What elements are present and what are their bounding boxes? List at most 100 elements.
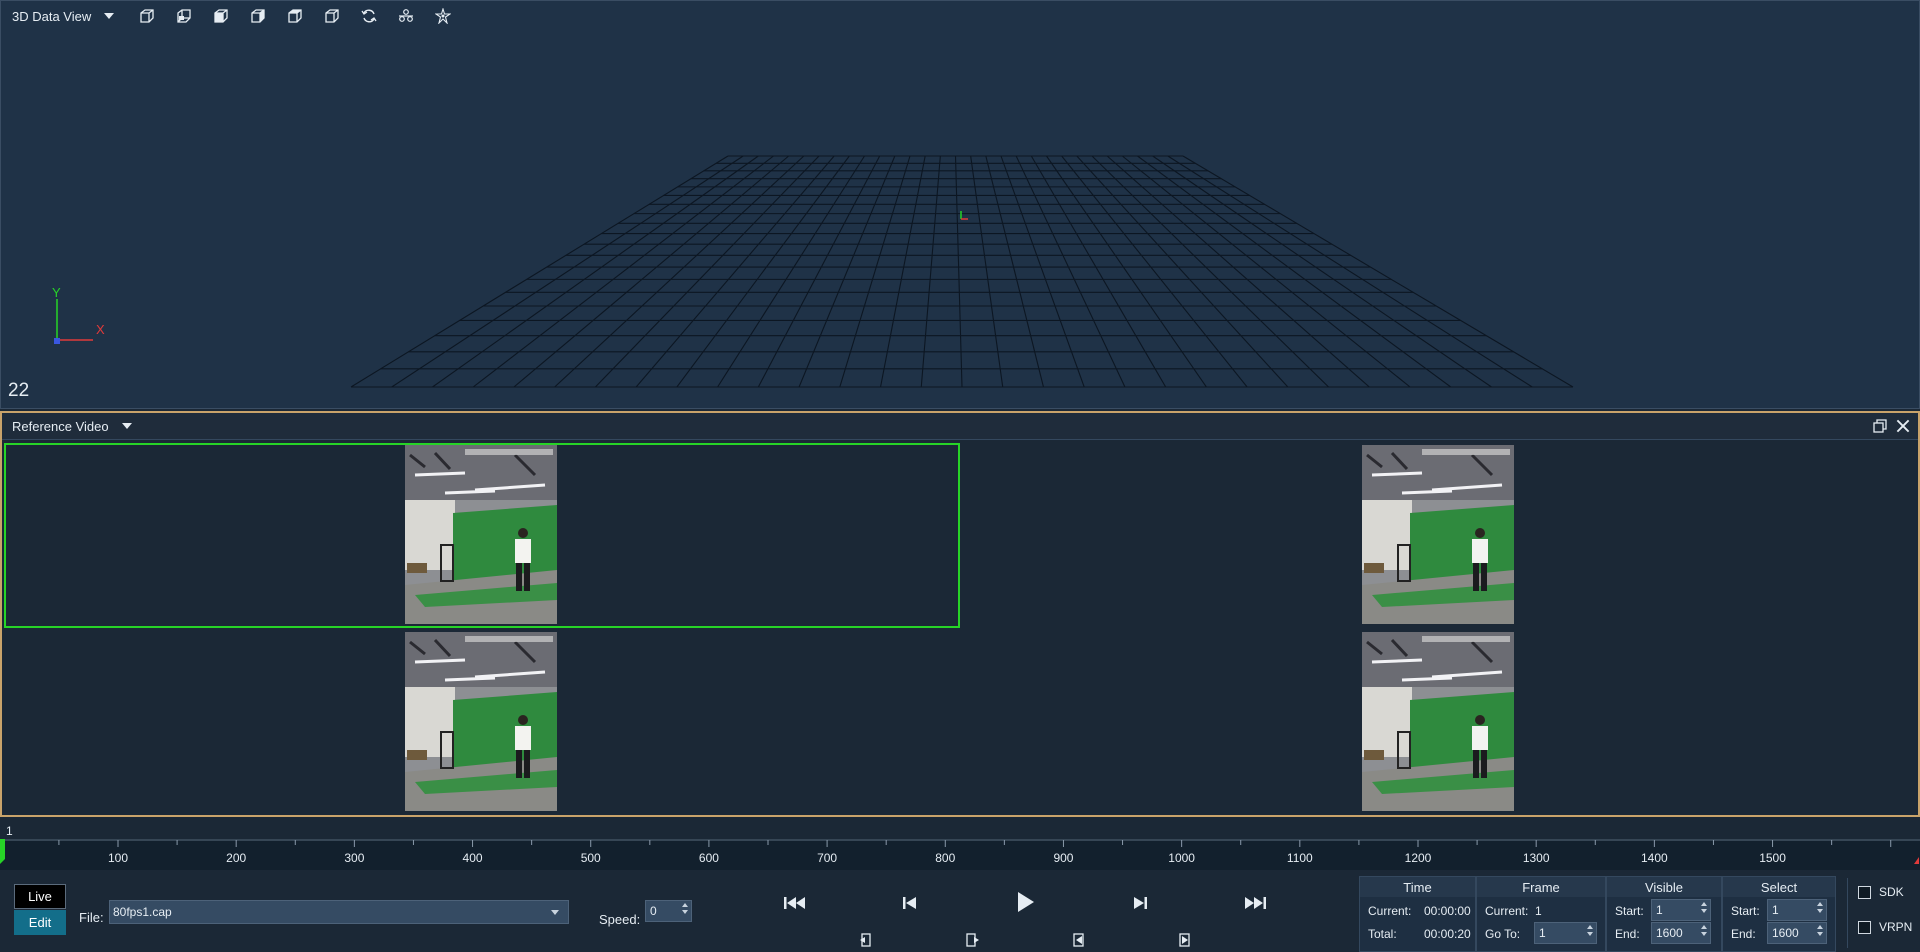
timeline[interactable]: 1 100 200 300 400 500 600 700 800 900 1000 1100 120… xyxy=(0,820,1920,870)
video-frame-image xyxy=(405,632,557,811)
reset-view-icon[interactable] xyxy=(350,4,387,28)
spin-up-icon[interactable] xyxy=(1587,925,1593,929)
select-end-value: 1600 xyxy=(1772,926,1799,940)
set-in-point-button[interactable] xyxy=(851,930,881,950)
spin-up-icon[interactable] xyxy=(1701,902,1707,906)
sdk-checkbox-box[interactable] xyxy=(1858,885,1871,899)
3d-view-toolbar: 3D Data View xyxy=(1,1,1919,31)
select-end-label: End: xyxy=(1731,927,1756,941)
file-select[interactable]: 80fps1.cap xyxy=(109,900,569,924)
step-back-icon xyxy=(903,897,916,909)
play-button[interactable] xyxy=(1009,889,1041,915)
file-select-value: 80fps1.cap xyxy=(113,905,172,919)
step-forward-button[interactable] xyxy=(1124,890,1156,916)
visible-header: Visible xyxy=(1607,877,1721,897)
tracking-icon[interactable] xyxy=(387,4,424,28)
3d-data-view[interactable]: 3D Data View Y X 22 xyxy=(0,0,1920,409)
view-right-icon[interactable] xyxy=(239,4,276,28)
chevron-down-icon xyxy=(551,910,559,915)
spin-up-icon[interactable] xyxy=(1817,925,1823,929)
speed-spinbox[interactable]: 0 xyxy=(645,900,692,922)
checkbox-separator xyxy=(1847,878,1848,948)
sdk-checkbox[interactable]: SDK xyxy=(1858,885,1904,899)
view-front-icon[interactable] xyxy=(128,4,165,28)
timeline-tick-label: 1100 xyxy=(1287,851,1313,865)
select-header: Select xyxy=(1723,877,1835,897)
timeline-start-label: 1 xyxy=(6,824,13,838)
camera-2-thumbnail[interactable] xyxy=(1362,445,1514,624)
end-marker[interactable] xyxy=(1914,857,1919,864)
spin-down-icon[interactable] xyxy=(1587,932,1593,936)
skip-to-start-button[interactable] xyxy=(779,890,811,916)
set-out-point-button[interactable] xyxy=(958,930,988,950)
spin-up-icon[interactable] xyxy=(1701,925,1707,929)
timeline-tick-label: 400 xyxy=(463,851,483,865)
timeline-tick-label: 600 xyxy=(699,851,719,865)
file-label: File: xyxy=(79,910,104,925)
select-end-spinbox[interactable]: 1600 xyxy=(1767,922,1827,944)
skip-to-end-icon xyxy=(1245,897,1266,909)
x-axis-label: X xyxy=(96,322,105,337)
view-back-icon[interactable] xyxy=(165,4,202,28)
timeline-tick-label: 100 xyxy=(108,851,128,865)
select-panel: Select Start: 1 End: 1600 xyxy=(1722,876,1836,952)
visible-panel: Visible Start: 1 End: 1600 xyxy=(1606,876,1722,952)
visible-start-label: Start: xyxy=(1615,904,1644,918)
go-to-out-button[interactable] xyxy=(1170,930,1200,950)
view-selector-dropdown-icon[interactable] xyxy=(104,13,115,19)
spin-down-icon[interactable] xyxy=(1701,932,1707,936)
frame-current-value: 1 xyxy=(1535,904,1542,918)
restore-window-icon[interactable] xyxy=(1872,418,1888,434)
close-icon[interactable] xyxy=(1894,417,1912,435)
time-current-value: 00:00:00 xyxy=(1424,904,1471,918)
spin-down-icon[interactable] xyxy=(1817,932,1823,936)
markers-icon[interactable] xyxy=(424,4,461,28)
set-in-point-icon xyxy=(860,933,871,947)
spin-down-icon[interactable] xyxy=(1817,909,1823,913)
skip-to-end-button[interactable] xyxy=(1239,890,1271,916)
playhead-marker[interactable] xyxy=(0,839,5,864)
goto-label: Go To: xyxy=(1485,927,1521,941)
view-bottom-icon[interactable] xyxy=(313,4,350,28)
vrpn-checkbox-box[interactable] xyxy=(1858,920,1871,934)
timeline-tick-label: 1000 xyxy=(1168,851,1195,865)
visible-start-spinbox[interactable]: 1 xyxy=(1651,899,1711,921)
timeline-tick-label: 1200 xyxy=(1405,851,1432,865)
visible-end-value: 1600 xyxy=(1656,926,1683,940)
edit-button[interactable]: Edit xyxy=(14,910,66,935)
3d-view-title: 3D Data View xyxy=(12,8,92,24)
go-to-in-button[interactable] xyxy=(1064,930,1094,950)
time-total-label: Total: xyxy=(1368,927,1397,941)
axis-gizmo: Y X xyxy=(52,285,105,344)
play-icon xyxy=(1018,892,1034,912)
spin-up-icon[interactable] xyxy=(682,903,688,907)
frame-panel: Frame Current: 1 Go To: 1 xyxy=(1476,876,1606,952)
skip-to-start-icon xyxy=(784,897,805,909)
set-out-point-icon xyxy=(966,933,979,947)
live-button[interactable]: Live xyxy=(14,884,66,909)
reference-video-dropdown-icon[interactable] xyxy=(121,423,132,429)
select-start-spinbox[interactable]: 1 xyxy=(1767,899,1827,921)
origin-marker xyxy=(960,211,968,220)
timeline-tick-label: 700 xyxy=(817,851,837,865)
spin-down-icon[interactable] xyxy=(1701,909,1707,913)
goto-spinbox[interactable]: 1 xyxy=(1534,922,1597,944)
view-left-icon[interactable] xyxy=(202,4,239,28)
timeline-ruler[interactable]: 100 200 300 400 500 600 700 800 900 1000 1100 1200 1… xyxy=(0,839,1920,870)
view-top-icon[interactable] xyxy=(276,4,313,28)
camera-1-thumbnail[interactable] xyxy=(405,445,557,624)
video-frame-image xyxy=(405,445,557,624)
timeline-tick-label: 1400 xyxy=(1641,851,1668,865)
timeline-tick-label: 1500 xyxy=(1759,851,1786,865)
time-total-value: 00:00:20 xyxy=(1424,927,1471,941)
spin-down-icon[interactable] xyxy=(682,910,688,914)
visible-end-spinbox[interactable]: 1600 xyxy=(1651,922,1711,944)
video-frame-image xyxy=(1362,632,1514,811)
video-frame-image xyxy=(1362,445,1514,624)
reference-video-title: Reference Video xyxy=(12,418,109,434)
step-back-button[interactable] xyxy=(894,890,926,916)
camera-3-thumbnail[interactable] xyxy=(405,632,557,811)
spin-up-icon[interactable] xyxy=(1817,902,1823,906)
vrpn-checkbox[interactable]: VRPN xyxy=(1858,920,1912,934)
camera-4-thumbnail[interactable] xyxy=(1362,632,1514,811)
